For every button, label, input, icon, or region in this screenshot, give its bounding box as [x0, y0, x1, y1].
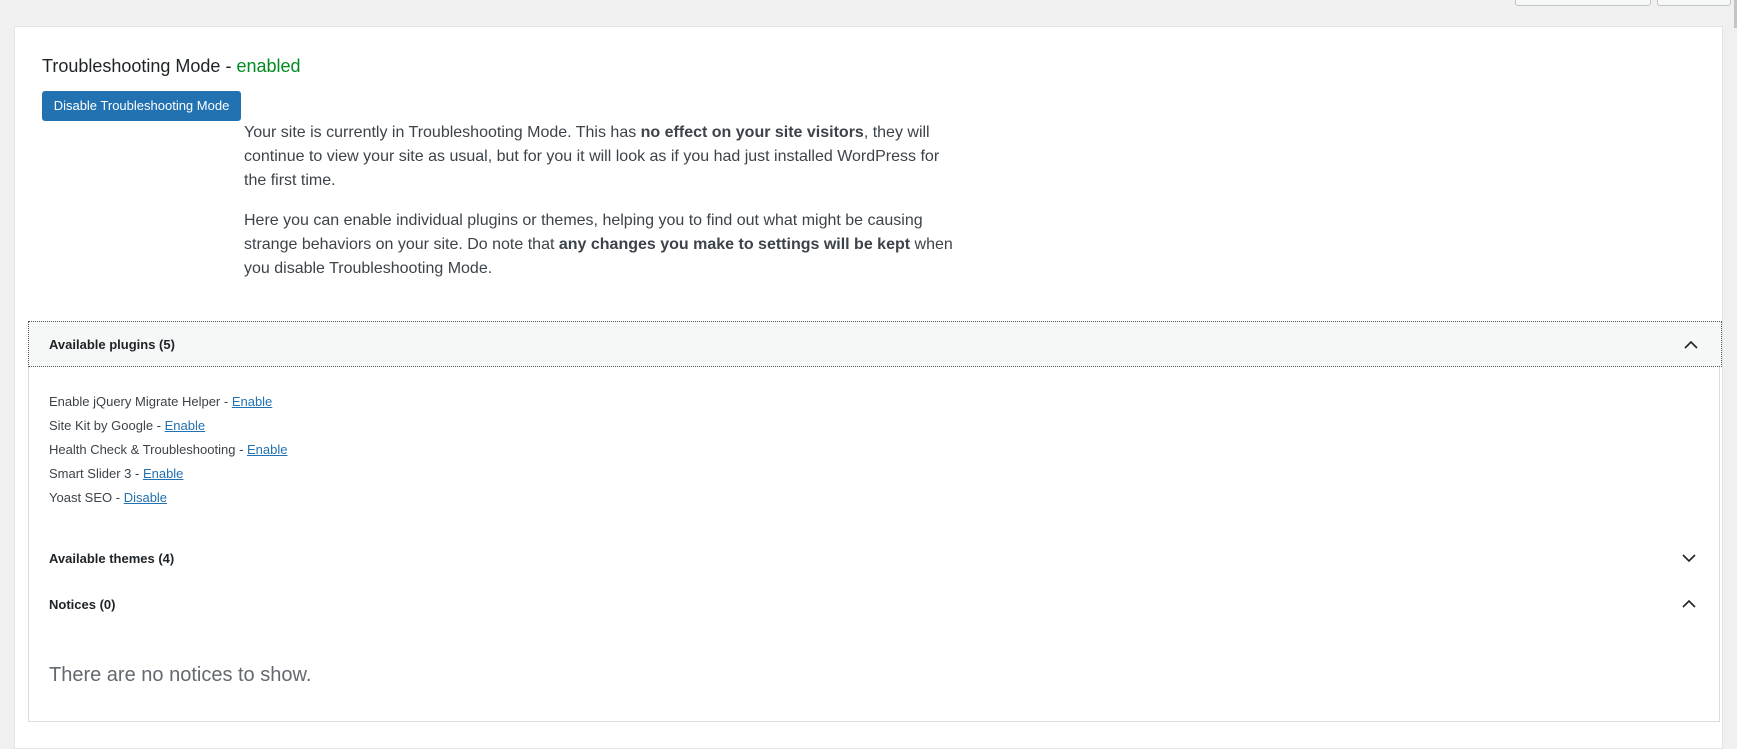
troubleshooting-panel: Troubleshooting Mode - enabled Disable T…	[14, 26, 1723, 749]
plugin-separator: -	[112, 490, 124, 505]
plugin-name: Enable jQuery Migrate Helper	[49, 394, 221, 409]
plugin-separator: -	[131, 466, 143, 481]
status-enabled: enabled	[236, 56, 301, 76]
intro-p1-text-a: Your site is currently in Troubleshootin…	[244, 124, 641, 141]
intro-p2-bold: any changes you make to settings will be…	[558, 236, 911, 253]
intro-p1-bold: no effect on your site visitors	[640, 124, 864, 141]
plugin-separator: -	[235, 442, 248, 457]
list-item: Health Check & Troubleshooting - Enable	[49, 438, 288, 462]
chevron-up-icon	[1682, 599, 1696, 608]
list-item: Enable jQuery Migrate Helper - Enable	[49, 390, 288, 414]
intro-paragraph-2: Here you can enable individual plugins o…	[244, 209, 964, 281]
no-notices-message: There are no notices to show.	[49, 664, 312, 686]
screen-options-button[interactable]	[1515, 0, 1651, 6]
intro-paragraph-1: Your site is currently in Troubleshootin…	[244, 121, 964, 193]
plugin-enable-link[interactable]: Enable	[143, 466, 183, 481]
accordion-header-notices[interactable]: Notices (0)	[29, 581, 1719, 627]
list-item: Yoast SEO - Disable	[49, 486, 288, 510]
accordion-header-plugins[interactable]: Available plugins (5)	[28, 321, 1722, 367]
plugin-enable-link[interactable]: Enable	[247, 442, 287, 457]
title-prefix: Troubleshooting Mode -	[42, 56, 237, 76]
plugin-enable-link[interactable]: Enable	[232, 394, 272, 409]
chevron-down-icon	[1682, 554, 1696, 563]
plugin-name: Site Kit by Google	[49, 418, 154, 433]
accordion-themes-label: Available themes (4)	[49, 550, 175, 566]
plugin-name: Smart Slider 3	[49, 466, 132, 481]
intro-text: Your site is currently in Troubleshootin…	[244, 121, 964, 297]
disable-troubleshooting-button[interactable]: Disable Troubleshooting Mode	[42, 91, 241, 121]
plugin-disable-link[interactable]: Disable	[124, 490, 167, 505]
plugin-separator: -	[153, 418, 165, 433]
accordion: Available plugins (5) Enable jQuery Migr…	[28, 321, 1722, 722]
help-button[interactable]	[1657, 0, 1731, 6]
accordion-header-themes[interactable]: Available themes (4)	[29, 535, 1719, 581]
list-item: Smart Slider 3 - Enable	[49, 462, 288, 486]
chevron-up-icon	[1684, 340, 1698, 349]
list-item: Site Kit by Google - Enable	[49, 414, 288, 438]
plugin-list: Enable jQuery Migrate Helper - Enable Si…	[49, 390, 288, 510]
accordion-notices-label: Notices (0)	[49, 596, 116, 612]
plugin-name: Health Check & Troubleshooting	[49, 442, 236, 457]
plugin-enable-link[interactable]: Enable	[165, 418, 205, 433]
plugin-separator: -	[220, 394, 232, 409]
page-title: Troubleshooting Mode - enabled	[42, 56, 301, 77]
plugin-name: Yoast SEO	[49, 490, 113, 505]
accordion-plugins-label: Available plugins (5)	[49, 336, 175, 352]
